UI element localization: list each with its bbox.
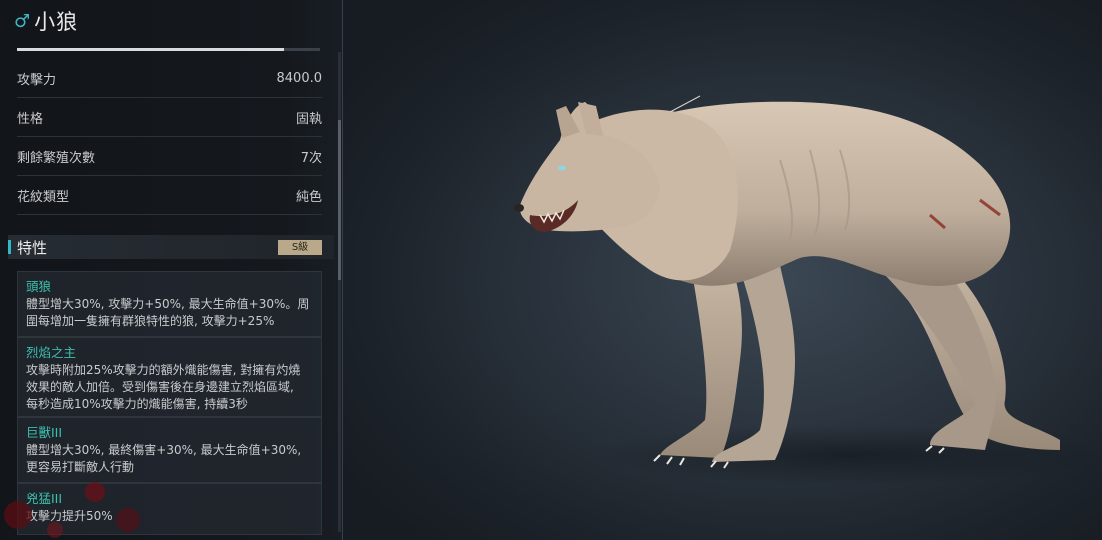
male-gender-icon: ♂ xyxy=(14,11,31,32)
trait-card[interactable]: 頭狼 體型增大30%, 攻擊力+50%, 最大生命值+30%。周 圍每增加一隻擁… xyxy=(17,271,322,337)
trait-desc-line: 圍每增加一隻擁有群狼特性的狼, 攻擊力+25% xyxy=(26,314,275,328)
stat-value: 純色 xyxy=(295,189,322,205)
pet-name: 小狼 xyxy=(34,10,79,34)
scrollbar-thumb[interactable] xyxy=(338,120,341,280)
traits-title: 特性 xyxy=(17,238,48,257)
experience-bar-fill xyxy=(17,48,284,51)
panel-scrollbar[interactable] xyxy=(338,52,341,532)
trait-card[interactable]: 烈焰之主 攻擊時附加25%攻擊力的額外熾能傷害, 對擁有灼燒 效果的敵人加倍。受… xyxy=(17,337,322,417)
stat-value: 8400.0 xyxy=(276,70,323,86)
traits-header: 特性 S級 xyxy=(8,235,334,259)
trait-desc-line: 體型增大30%, 最終傷害+30%, 最大生命值+30%, xyxy=(26,443,302,457)
trait-desc-line: 每秒造成10%攻擊力的熾能傷害, 持續3秒 xyxy=(26,397,248,411)
blood-splatter-decoration xyxy=(4,482,140,538)
trait-name: 巨獸III xyxy=(26,425,63,440)
trait-desc-line: 體型增大30%, 攻擊力+50%, 最大生命值+30%。周 xyxy=(26,297,310,311)
trait-name: 頭狼 xyxy=(26,279,52,294)
stat-row-personality: 性格 固執 xyxy=(17,98,322,137)
stat-row-pattern: 花紋類型 純色 xyxy=(17,176,322,215)
trait-desc-line: 效果的敵人加倍。受到傷害後在身邊建立烈焰區域, xyxy=(26,380,294,394)
stat-label: 性格 xyxy=(17,111,44,127)
trait-desc-line: 攻擊時附加25%攻擊力的額外熾能傷害, 對擁有灼燒 xyxy=(26,363,301,377)
scene-background: ♂ 小狼 攻擊力 8400.0 性格 固執 剩餘繁殖次數 7次 花紋類型 純色 … xyxy=(0,0,1102,540)
stat-row-attack: 攻擊力 8400.0 xyxy=(17,59,322,98)
stat-value: 固執 xyxy=(295,111,322,127)
stat-label: 攻擊力 xyxy=(17,72,57,88)
stat-value: 7次 xyxy=(300,150,322,166)
stat-row-breeding: 剩餘繁殖次數 7次 xyxy=(17,137,322,176)
stat-label: 花紋類型 xyxy=(17,189,70,205)
grade-badge: S級 xyxy=(278,240,322,255)
pet-info-panel: ♂ 小狼 攻擊力 8400.0 性格 固執 剩餘繁殖次數 7次 花紋類型 純色 … xyxy=(0,0,343,540)
trait-name: 烈焰之主 xyxy=(26,345,77,360)
section-accent xyxy=(8,240,11,254)
pet-title: ♂ 小狼 xyxy=(14,8,78,36)
stat-label: 剩餘繁殖次數 xyxy=(17,150,96,166)
experience-bar xyxy=(17,48,320,51)
